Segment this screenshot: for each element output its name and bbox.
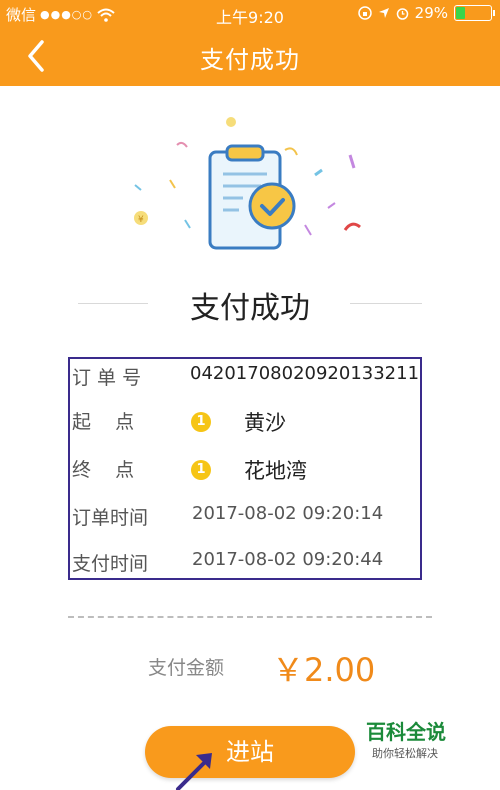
order-time-label: 订单时间 — [72, 507, 149, 529]
dashed-divider — [68, 616, 432, 618]
alarm-icon — [396, 7, 408, 20]
pay-time-label: 支付时间 — [72, 553, 149, 575]
battery-level — [456, 7, 465, 19]
pay-time-value: 2017-08-02 09:20:44 — [192, 549, 384, 570]
order-time-value: 2017-08-02 09:20:14 — [192, 503, 384, 524]
order-number-row: 订 单 号 04201708020920133211 — [70, 359, 424, 395]
line-badge-icon: 1 — [191, 460, 211, 480]
line-badge-icon: 1 — [191, 412, 211, 432]
order-info-box: 订 单 号 04201708020920133211 起 点 1 黄沙 终 点 … — [68, 357, 422, 580]
start-label: 起 点 — [72, 411, 135, 433]
payment-amount-label: 支付金额 — [148, 657, 225, 679]
pointer-arrow-icon — [176, 753, 212, 790]
rotation-lock-icon — [357, 6, 372, 20]
success-heading: 支付成功 — [190, 291, 310, 326]
order-number-value: 04201708020920133211 — [190, 363, 420, 384]
header-bar: 微信 ●●●○○ 上午9:20 29% 支付成功 — [0, 0, 500, 86]
status-bar: 微信 ●●●○○ 上午9:20 29% — [0, 0, 500, 28]
end-label: 终 点 — [72, 459, 135, 481]
heading-divider-right — [350, 303, 422, 304]
status-right: 29% — [357, 4, 495, 22]
end-station-row: 终 点 1 花地湾 — [70, 451, 424, 487]
watermark-logo: 百科全说 助你轻松解决 — [352, 712, 462, 762]
svg-text:¥: ¥ — [138, 215, 144, 225]
battery-icon — [454, 5, 495, 21]
watermark-subtitle: 助你轻松解决 — [372, 747, 438, 760]
clipboard-check-illustration: ¥ — [125, 110, 385, 260]
page-title: 支付成功 — [200, 46, 300, 74]
location-arrow-icon — [378, 8, 389, 18]
order-time-row: 订单时间 2017-08-02 09:20:14 — [70, 499, 424, 535]
pay-time-row: 支付时间 2017-08-02 09:20:44 — [70, 545, 424, 581]
order-number-label: 订 单 号 — [72, 367, 142, 389]
start-station-value: 黄沙 — [244, 411, 286, 435]
start-station-row: 起 点 1 黄沙 — [70, 403, 424, 439]
battery-percent: 29% — [414, 4, 448, 22]
watermark-title: 百科全说 — [366, 720, 446, 744]
end-station-value: 花地湾 — [244, 459, 307, 483]
payment-amount-value: ￥2.00 — [272, 651, 376, 689]
